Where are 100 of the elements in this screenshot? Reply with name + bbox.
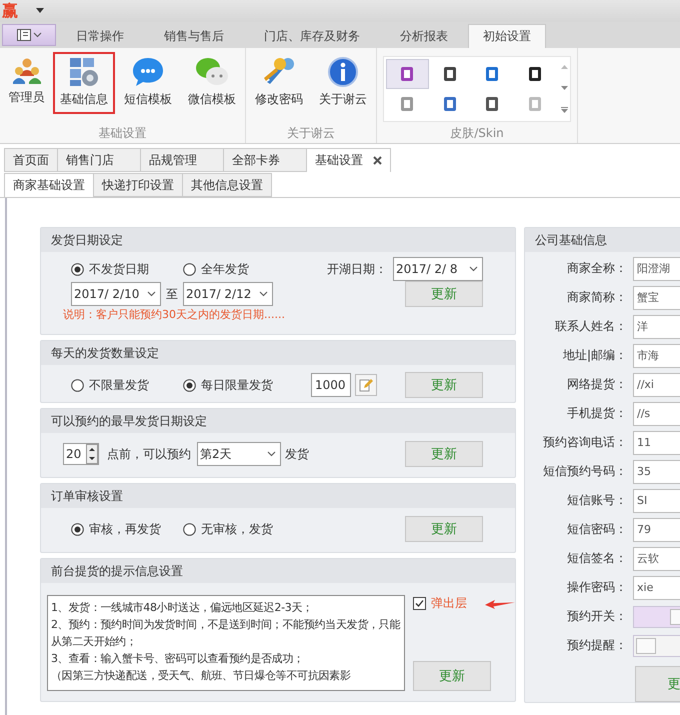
ribbon-button[interactable]: 基础信息 <box>53 52 115 114</box>
gear-icon <box>68 56 100 88</box>
settings-tab[interactable]: 其他信息设置 <box>182 173 272 197</box>
radio-option[interactable]: 每日限量发货 <box>183 376 311 394</box>
ribbon-tab[interactable]: 初始设置 <box>468 24 546 48</box>
pencil-icon <box>359 378 373 392</box>
group-title: 皮肤/Skin <box>449 125 505 142</box>
chevron-down-icon <box>259 291 268 297</box>
text-field[interactable]: 11 <box>633 430 680 454</box>
chevron-down-icon <box>147 291 156 297</box>
field-label: 手机提货： <box>566 405 627 422</box>
text-field[interactable]: 洋 <box>633 314 680 338</box>
app-menu-button[interactable] <box>2 24 56 46</box>
toggle-switch[interactable] <box>633 606 680 628</box>
field-label: 短信密码： <box>566 521 627 538</box>
scroll-down-icon[interactable] <box>560 86 568 90</box>
text-field[interactable]: 云软 <box>633 546 680 570</box>
text-field[interactable]: 市海 <box>633 344 680 368</box>
chat-bubbles-icon <box>195 56 229 88</box>
text-field[interactable]: 79 <box>633 518 680 542</box>
spinner-arrows-icon[interactable] <box>86 444 98 464</box>
ribbon-tab[interactable]: 销售与售后 <box>163 24 225 48</box>
date-picker[interactable]: 2017/ 2/12 <box>183 282 273 306</box>
chevron-down-icon <box>469 266 478 272</box>
radio-option[interactable]: 全年发货 <box>183 260 283 278</box>
field-label: 操作密码： <box>566 579 627 596</box>
document-tab[interactable]: 首页面 <box>4 148 58 172</box>
toggle-switch[interactable] <box>633 634 680 656</box>
skin-icon <box>484 66 500 82</box>
ribbon-tab[interactable]: 门店、库存及财务 <box>263 24 361 48</box>
notice-line: 3、查看：输入蟹卡号、密码可以查看预约是否成功； <box>51 651 305 667</box>
radio-option[interactable]: 不发货日期 <box>71 260 163 278</box>
skin-icon <box>484 96 500 112</box>
text-field[interactable]: //s <box>633 402 680 426</box>
dropdown-icon[interactable] <box>36 8 44 14</box>
settings-tab[interactable]: 快递打印设置 <box>93 173 183 197</box>
skin-icon <box>442 96 458 112</box>
day-dropdown[interactable]: 第2天 <box>197 442 281 466</box>
update-button[interactable]: 更新 <box>405 516 483 542</box>
settings-tab[interactable]: 商家基础设置 <box>4 173 94 197</box>
ribbon-button[interactable]: 短信模板 <box>117 52 179 114</box>
panel-title: 可以预约的最早发货日期设定 <box>51 412 207 430</box>
ribbon-tab[interactable]: 分析报表 <box>399 24 449 48</box>
field-label: 网络提货： <box>566 376 627 393</box>
field-label: 商家全称： <box>566 260 627 277</box>
chevron-down-icon <box>32 32 42 38</box>
field-label: 发货 <box>285 446 310 462</box>
document-tab[interactable]: 全部卡券 <box>223 148 307 172</box>
field-label: 商家简称： <box>566 289 627 306</box>
update-button[interactable]: 更新 <box>413 661 491 691</box>
document-tab[interactable]: 基础设置 <box>306 148 391 172</box>
radio-option[interactable]: 不限量发货 <box>71 376 183 394</box>
panel-title: 发货日期设定 <box>51 232 123 248</box>
expand-icon[interactable] <box>560 106 568 113</box>
app-logo: 赢 <box>2 0 18 22</box>
field-label: 预约咨询电话： <box>542 434 627 451</box>
text-field[interactable]: 35 <box>633 460 680 484</box>
close-icon[interactable] <box>373 156 382 165</box>
ribbon-button[interactable]: 关于谢云 <box>312 52 374 114</box>
skin-icon <box>526 96 543 112</box>
text-field[interactable]: xie <box>633 576 680 600</box>
notice-line: （因第三方快递配送，受天气、航班、节日爆仓等不可抗因素影 <box>51 668 352 684</box>
skin-icon <box>526 66 543 82</box>
ribbon-button[interactable]: 修改密码 <box>248 52 310 114</box>
ribbon-button[interactable]: 微信模板 <box>181 52 243 114</box>
group-title: 基础设置 <box>98 125 148 142</box>
radio-option[interactable]: 无审核，发货 <box>183 520 333 538</box>
date-picker[interactable]: 2017/ 2/ 8 <box>393 257 483 281</box>
field-label: 短信预约号码： <box>542 463 627 480</box>
document-tab[interactable]: 品规管理 <box>140 148 224 172</box>
info-icon <box>327 56 359 88</box>
panel-title: 公司基础信息 <box>535 232 607 248</box>
date-picker[interactable]: 2017/ 2/10 <box>71 282 161 306</box>
field-label: 开湖日期： <box>327 260 387 278</box>
text-field[interactable]: SI <box>633 488 680 512</box>
field-label: 短信账号： <box>566 492 627 509</box>
chat-bubble-icon <box>131 56 165 88</box>
radio-option[interactable]: 审核，再发货 <box>71 520 183 538</box>
notice-line: 1、发货：一线城市48小时送达，偏远地区延迟2-3天； <box>51 600 314 616</box>
update-button[interactable]: 更新 <box>405 372 483 398</box>
hour-spinner[interactable]: 20 <box>63 443 99 465</box>
update-button[interactable]: 更新 <box>405 281 483 307</box>
arrow-icon <box>485 598 515 610</box>
update-button[interactable]: 更新 <box>405 441 483 467</box>
edit-button[interactable] <box>355 374 377 396</box>
text-field[interactable]: //xi <box>633 372 680 396</box>
notice-text-area[interactable]: 1、发货：一线城市48小时送达，偏远地区延迟2-3天； 2、预约：预约时间为发货时间，不是送到时间；不能预约当天发货，只能从第二天开始约； 3、查看：输入蟹卡号、密码可以查看预约是否成功； （因第三方快递配送，受天气、航班、节日爆仓等不可抗因素影 <box>47 595 405 691</box>
field-label: 预约提醒： <box>566 637 627 654</box>
document-tab[interactable]: 销售门店 <box>57 148 141 172</box>
skin-icon <box>399 66 416 82</box>
ribbon-tab[interactable]: 日常操作 <box>75 24 125 48</box>
ribbon-button[interactable]: 管理员 <box>2 52 51 114</box>
text-field[interactable]: 阳澄湖 <box>633 256 680 280</box>
notice-line: 2、预约：预约时间为发货时间，不是送到时间；不能预约当天发货，只能从第二天开始约； <box>51 617 401 650</box>
skin-icon <box>442 66 458 82</box>
panel-title: 每天的发货数量设定 <box>51 344 159 362</box>
text-field[interactable]: 蟹宝 <box>633 286 680 310</box>
limit-input[interactable]: 1000 <box>311 373 351 397</box>
panel-icon <box>16 29 30 41</box>
field-label: 地址|邮编： <box>562 347 627 364</box>
